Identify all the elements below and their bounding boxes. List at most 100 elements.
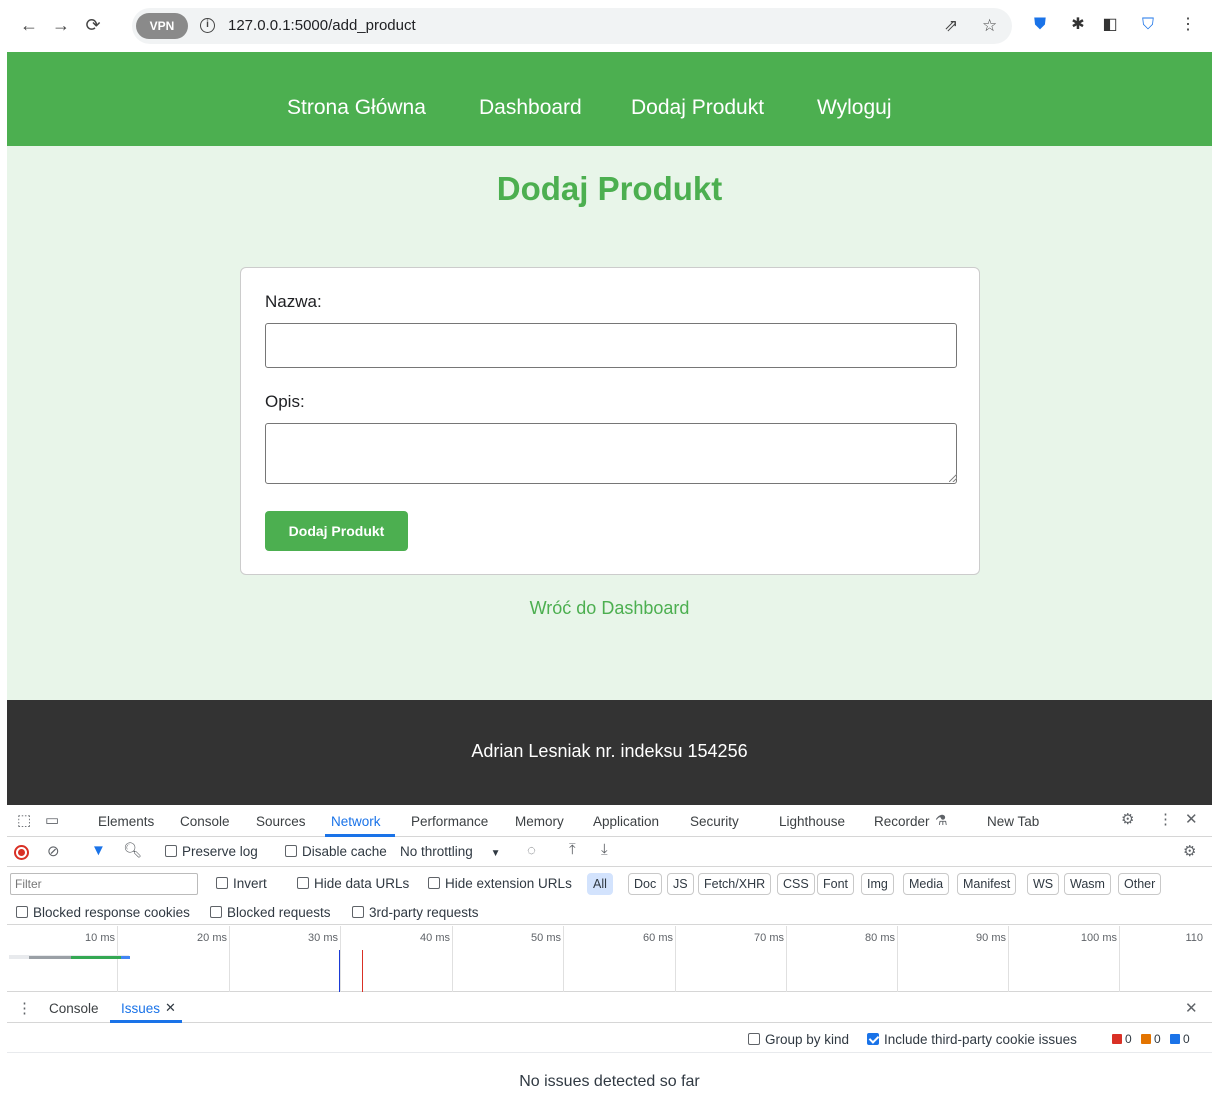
tab-security[interactable]: Security <box>690 814 739 829</box>
blocked-requests-checkbox[interactable]: Blocked requests <box>210 905 331 920</box>
browser-toolbar: ← → ⟳ VPN i 127.0.0.1:5000/add_product ⇗… <box>0 0 1218 52</box>
tab-elements[interactable]: Elements <box>98 814 154 829</box>
nav-home[interactable]: Strona Główna <box>287 96 426 120</box>
type-filter-img[interactable]: Img <box>861 873 894 895</box>
tick-line <box>117 926 118 992</box>
invert-checkbox[interactable]: Invert <box>216 876 267 891</box>
type-filter-all[interactable]: All <box>587 873 613 895</box>
clear-icon[interactable]: ⊘ <box>47 842 60 860</box>
nav-dashboard[interactable]: Dashboard <box>479 96 582 120</box>
tick-label: 100 ms <box>1080 932 1117 944</box>
request-download-bar <box>71 956 121 959</box>
tab-lighthouse[interactable]: Lighthouse <box>779 814 845 829</box>
tick-label: 10 ms <box>85 932 115 944</box>
record-icon[interactable] <box>14 845 29 860</box>
hide-extension-urls-checkbox[interactable]: Hide extension URLs <box>428 876 572 891</box>
filter-input[interactable]: Filter <box>10 873 198 895</box>
blocked-response-cookies-checkbox[interactable]: Blocked response cookies <box>16 905 190 920</box>
search-icon[interactable]: 🔍︎ <box>123 841 142 859</box>
type-filter-ws[interactable]: WS <box>1027 873 1060 895</box>
description-label: Opis: <box>265 392 305 411</box>
settings-gear-icon[interactable]: ⚙ <box>1121 810 1134 828</box>
network-conditions-icon[interactable]: ◌ <box>527 842 536 859</box>
type-filter-css[interactable]: CSS <box>777 873 815 895</box>
tick-line <box>340 926 341 992</box>
puzzle-extension-icon[interactable]: ✱ <box>1068 15 1088 35</box>
network-settings-gear-icon[interactable]: ⚙ <box>1183 842 1196 860</box>
tab-new-tab[interactable]: New Tab <box>987 814 1039 829</box>
group-by-kind-checkbox[interactable]: Group by kind <box>748 1032 849 1047</box>
import-har-icon[interactable]: ⤒ <box>569 841 576 858</box>
tab-recorder[interactable]: Recorder <box>874 814 930 829</box>
tab-network[interactable]: Network <box>331 814 381 829</box>
back-to-dashboard-link[interactable]: Wróć do Dashboard <box>7 598 1212 619</box>
disable-cache-checkbox[interactable]: Disable cache <box>285 844 387 859</box>
tick-line <box>786 926 787 992</box>
filter-icon[interactable]: ▼ <box>91 842 106 859</box>
tick-label: 70 ms <box>754 932 784 944</box>
info-icon[interactable]: i <box>200 18 215 33</box>
info-message-icon <box>1170 1034 1180 1044</box>
type-filter-manifest[interactable]: Manifest <box>957 873 1017 895</box>
more-vert-icon[interactable]: ⋮ <box>1158 810 1173 828</box>
side-panel-icon[interactable]: ◧ <box>1100 15 1120 35</box>
nav-add-product[interactable]: Dodaj Produkt <box>631 96 764 120</box>
type-filter-wasm[interactable]: Wasm <box>1064 873 1111 895</box>
shield-extension-icon[interactable]: ⛊ <box>1030 15 1050 35</box>
throttling-select[interactable]: No throttling ▼ <box>400 844 500 859</box>
type-filter-fetch-xhr[interactable]: Fetch/XHR <box>698 873 772 895</box>
devtools-panel: ⬚ ▭ Elements Console Sources Network Per… <box>7 805 1212 1099</box>
info-count-badge[interactable]: 0 <box>1170 1032 1190 1046</box>
tab-performance[interactable]: Performance <box>411 814 488 829</box>
address-bar[interactable]: VPN i 127.0.0.1:5000/add_product ⇗ ☆ <box>132 8 1012 44</box>
type-filter-js[interactable]: JS <box>667 873 694 895</box>
network-overview-timeline[interactable]: 10 ms 20 ms 30 ms 40 ms 50 ms 60 ms 70 m… <box>7 926 1212 992</box>
request-end-bar <box>121 956 130 959</box>
type-filter-doc[interactable]: Doc <box>628 873 663 895</box>
resize-grip-icon[interactable] <box>949 474 957 482</box>
shield-check-icon[interactable]: ⛉ <box>1138 15 1158 35</box>
type-filter-other[interactable]: Other <box>1118 873 1162 895</box>
close-drawer-icon[interactable]: ✕ <box>1185 999 1198 1017</box>
description-textarea[interactable] <box>265 423 957 484</box>
drawer-tab-issues[interactable]: Issues <box>121 1001 160 1016</box>
close-issues-tab-icon[interactable]: ✕ <box>165 1000 176 1016</box>
more-vert-icon[interactable]: ⋮ <box>1178 15 1198 35</box>
vpn-badge[interactable]: VPN <box>136 13 188 39</box>
url-text[interactable]: 127.0.0.1:5000/add_product <box>228 17 416 34</box>
third-party-requests-checkbox[interactable]: 3rd-party requests <box>352 905 479 920</box>
back-arrow-icon[interactable]: ← <box>18 14 40 36</box>
tab-application[interactable]: Application <box>593 814 659 829</box>
drawer-tab-console[interactable]: Console <box>49 1001 99 1016</box>
star-icon[interactable]: ☆ <box>982 16 997 36</box>
close-icon[interactable]: ✕ <box>1185 810 1198 828</box>
drawer-menu-icon[interactable]: ⋮ <box>17 999 32 1017</box>
tab-sources[interactable]: Sources <box>256 814 306 829</box>
warning-count-badge[interactable]: 0 <box>1141 1032 1161 1046</box>
include-third-party-checkbox[interactable]: Include third-party cookie issues <box>867 1032 1077 1047</box>
type-filter-media[interactable]: Media <box>903 873 950 895</box>
device-toolbar-icon[interactable]: ▭ <box>45 811 59 829</box>
site-footer: Adrian Lesniak nr. indeksu 154256 <box>7 700 1212 805</box>
network-toolbar: ⊘ ▼ 🔍︎ Preserve log Disable cache No thr… <box>7 837 1212 867</box>
tick-label: 90 ms <box>976 932 1006 944</box>
inspect-element-icon[interactable]: ⬚ <box>17 811 31 829</box>
nav-logout[interactable]: Wyloguj <box>817 96 892 120</box>
page-title: Dodaj Produkt <box>496 170 723 207</box>
tick-line <box>897 926 898 992</box>
export-har-icon[interactable]: ⤓ <box>601 841 608 858</box>
add-product-button[interactable]: Dodaj Produkt <box>265 511 408 551</box>
forward-arrow-icon[interactable]: → <box>50 14 72 36</box>
name-input[interactable] <box>265 323 957 368</box>
tab-memory[interactable]: Memory <box>515 814 564 829</box>
preserve-log-checkbox[interactable]: Preserve log <box>165 844 258 859</box>
error-count-badge[interactable]: 0 <box>1112 1032 1132 1046</box>
tick-label: 110 <box>1185 932 1203 944</box>
reload-icon[interactable]: ⟳ <box>82 14 104 36</box>
hide-data-urls-checkbox[interactable]: Hide data URLs <box>297 876 409 891</box>
load-event-marker <box>362 950 363 992</box>
tick-line <box>229 926 230 992</box>
tab-console[interactable]: Console <box>180 814 230 829</box>
type-filter-font[interactable]: Font <box>817 873 855 895</box>
share-icon[interactable]: ⇗ <box>944 16 958 36</box>
